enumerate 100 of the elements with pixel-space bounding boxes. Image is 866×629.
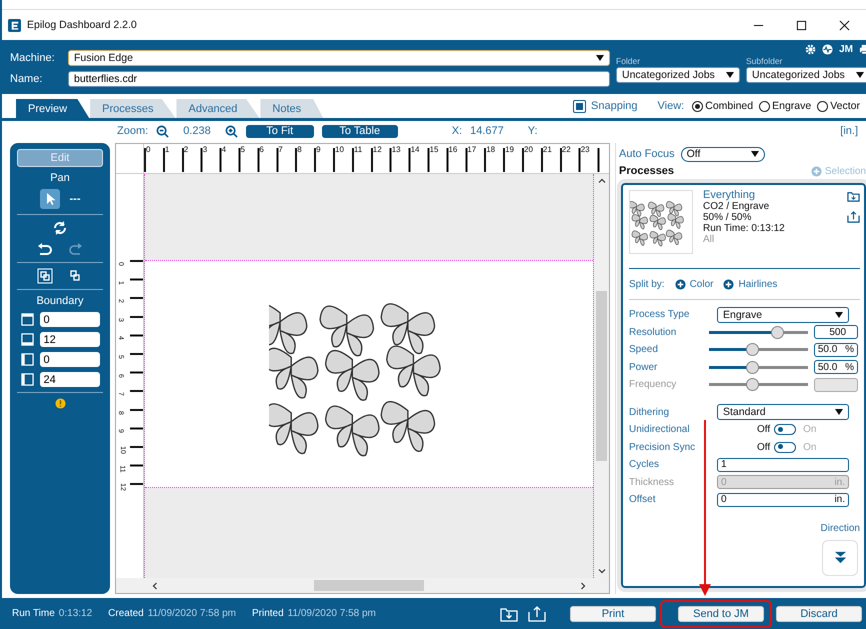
- scroll-down-icon[interactable]: [598, 567, 606, 575]
- ruler-number: 5: [240, 145, 245, 154]
- export-icon[interactable]: [847, 211, 860, 224]
- x-label: X:: [452, 125, 462, 137]
- view-option-label: Combined: [705, 100, 754, 112]
- direction-button[interactable]: [822, 540, 858, 576]
- setting-label: Frequency: [629, 379, 678, 390]
- boundary-field[interactable]: 0: [40, 352, 100, 367]
- vertical-scrollbar[interactable]: [594, 174, 609, 578]
- tab[interactable]: Notes: [260, 99, 324, 118]
- subfolder-dropdown[interactable]: Uncategorized Jobs: [746, 67, 866, 83]
- slider-thumb[interactable]: [746, 360, 760, 374]
- footer-button[interactable]: Send to JM: [678, 606, 764, 622]
- setting-dropdown[interactable]: Standard: [717, 404, 849, 420]
- tab[interactable]: Processes: [90, 99, 176, 118]
- redo-icon[interactable]: [67, 241, 83, 257]
- warning-icon: [54, 398, 66, 409]
- refresh-icon[interactable]: [52, 220, 68, 236]
- scroll-left-icon[interactable]: [151, 582, 159, 590]
- boundary-field[interactable]: 12: [40, 332, 100, 347]
- scroll-up-icon[interactable]: [598, 177, 606, 185]
- tab[interactable]: Advanced: [176, 99, 260, 118]
- tab[interactable]: Preview: [16, 99, 90, 118]
- status-value: 11/09/2020 7:58 pm: [288, 608, 376, 619]
- zoom-in-icon[interactable]: [224, 124, 238, 138]
- ruler-number: 11: [354, 145, 362, 154]
- folder-icon[interactable]: [847, 190, 860, 203]
- undo-icon[interactable]: [37, 241, 53, 257]
- snapping-checkbox[interactable]: [573, 100, 586, 112]
- slider-track[interactable]: [708, 343, 808, 356]
- app-logo-icon: [8, 18, 21, 32]
- boundary-side-icon: [20, 373, 34, 386]
- toggle-off-label: Off: [757, 424, 770, 436]
- pan-value: ---: [70, 193, 80, 205]
- view-radio[interactable]: [759, 100, 770, 112]
- setting-dropdown[interactable]: Engrave: [717, 306, 849, 323]
- pointer-icon[interactable]: [40, 189, 60, 209]
- ruler-number: 20: [524, 145, 533, 154]
- group-icon[interactable]: [37, 268, 53, 284]
- toggle-on-label: On: [803, 442, 816, 453]
- setting-label: Dithering: [629, 406, 670, 418]
- upload-icon[interactable]: [528, 606, 546, 622]
- folder-dropdown[interactable]: Uncategorized Jobs: [616, 67, 740, 83]
- folder-download-icon[interactable]: [500, 606, 518, 622]
- scroll-right-icon[interactable]: [579, 582, 587, 590]
- split-button[interactable]: Color: [674, 278, 714, 290]
- view-radio[interactable]: [692, 100, 704, 112]
- pulse-icon[interactable]: [822, 44, 834, 54]
- job-manager-button[interactable]: JM: [839, 44, 853, 54]
- zoom-out-icon[interactable]: [156, 124, 170, 138]
- split-button[interactable]: Hairlines: [723, 278, 778, 290]
- setting-value-field[interactable]: [814, 378, 858, 392]
- y-label: Y:: [528, 125, 538, 137]
- setting-input-field[interactable]: 0 in.: [717, 492, 849, 507]
- boundary-label: Boundary: [36, 295, 84, 307]
- ruler-number: 21: [542, 145, 552, 154]
- x-coordinate: 14.677: [470, 125, 504, 137]
- subfolder-label: Subfolder: [746, 56, 784, 67]
- setting-value-field[interactable]: 50.0 %: [814, 342, 858, 357]
- boundary-side-icon: [20, 353, 34, 366]
- view-option-label: Vector: [830, 100, 860, 112]
- process-power: 50% / 50%: [703, 212, 752, 223]
- ruler-number: 16: [448, 145, 458, 154]
- toggle-switch[interactable]: [774, 424, 796, 436]
- maximize-icon[interactable]: [796, 20, 807, 30]
- status-label: Run Time: [12, 608, 55, 619]
- slider-track[interactable]: [708, 360, 808, 374]
- name-field[interactable]: butterflies.cdr: [68, 71, 610, 87]
- auto-focus-dropdown[interactable]: Off: [680, 146, 765, 162]
- ruler-number: 18: [486, 145, 496, 154]
- setting-value-field[interactable]: 500: [814, 325, 858, 340]
- split-option-label: Hairlines: [738, 278, 778, 290]
- view-radio[interactable]: [817, 100, 828, 112]
- footer-button[interactable]: Discard: [776, 606, 862, 622]
- footer-button[interactable]: Print: [570, 606, 656, 622]
- caret-icon: [856, 72, 864, 78]
- ruler-number: 17: [467, 145, 476, 154]
- close-icon[interactable]: [839, 20, 850, 30]
- zoom-label: Zoom:: [117, 125, 148, 137]
- zoom-button[interactable]: To Table: [322, 124, 398, 138]
- setting-label: Offset: [629, 494, 656, 506]
- zoom-button[interactable]: To Fit: [246, 124, 314, 138]
- boundary-field[interactable]: 24: [40, 372, 100, 387]
- slider-track[interactable]: [708, 326, 808, 339]
- toggle-off-label: Off: [757, 442, 770, 453]
- setting-input-field[interactable]: 1: [717, 458, 849, 472]
- add-icon: [723, 278, 734, 290]
- slider-thumb[interactable]: [771, 326, 784, 339]
- ruler-number: 10: [335, 145, 344, 154]
- toggle-switch[interactable]: [774, 442, 796, 453]
- direction-label: Direction: [820, 522, 860, 534]
- boundary-field[interactable]: 0: [40, 312, 100, 327]
- double-chevron-down-icon: [834, 551, 846, 564]
- machine-dropdown[interactable]: Fusion Edge: [68, 50, 610, 66]
- setting-value-field[interactable]: 50.0 %: [814, 360, 858, 374]
- split-option-label: Color: [690, 278, 714, 290]
- gear-icon[interactable]: [805, 44, 816, 54]
- slider-thumb[interactable]: [746, 343, 760, 356]
- process-name[interactable]: Everything: [703, 190, 837, 201]
- setting-label: Speed: [629, 344, 659, 356]
